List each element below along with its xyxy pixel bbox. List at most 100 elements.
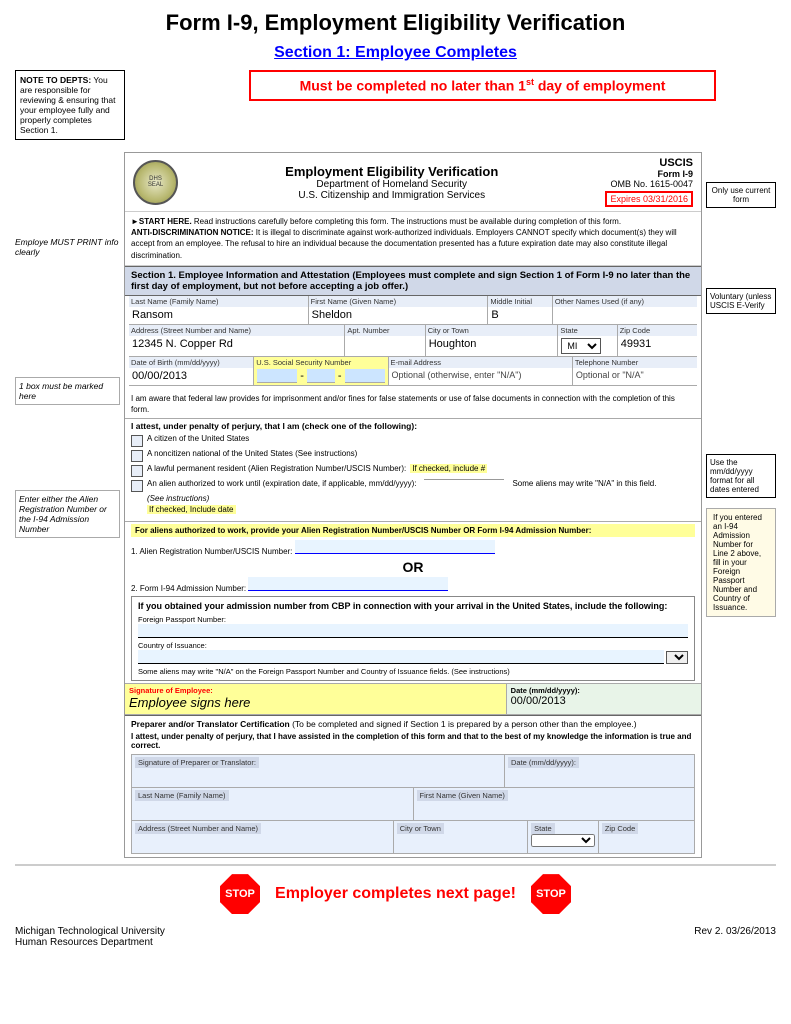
ssn-part2[interactable] <box>307 369 335 383</box>
start-here-bold: ►START HERE. <box>131 217 192 226</box>
ssn-part3[interactable] <box>345 369 385 383</box>
uscis-header: DHSSEAL Employment Eligibility Verificat… <box>125 153 701 212</box>
last-name-cell: Last Name (Family Name) Ransom <box>129 296 309 324</box>
preparer-state-cell: State <box>528 821 599 853</box>
preparer-sig-cell: Signature of Preparer or Translator: <box>132 755 505 787</box>
date-value: 00/00/2013 <box>511 695 697 707</box>
last-name-value: Ransom <box>132 308 305 322</box>
checkbox-resident-box[interactable] <box>131 465 143 477</box>
preparer-address-row: Address (Street Number and Name) City or… <box>131 821 695 854</box>
checkbox-resident: A lawful permanent resident (Alien Regis… <box>131 464 695 477</box>
dob-cell: Date of Birth (mm/dd/yyyy) 00/00/2013 <box>129 357 254 385</box>
sig-employee-cell: Signature of Employee: Employee signs he… <box>125 684 507 714</box>
preparer-city-label: City or Town <box>397 823 444 834</box>
preparer-city-input[interactable] <box>397 834 524 852</box>
dhs-seal: DHSSEAL <box>133 160 178 205</box>
preparer-zip-input[interactable] <box>602 834 691 852</box>
section1-title-bar: Section 1. Employee Information and Atte… <box>125 266 701 296</box>
checkbox-noncitizen-label: A noncitizen national of the United Stat… <box>147 449 357 458</box>
anti-disc-label: ANTI-DISCRIMINATION NOTICE: <box>131 228 254 237</box>
address-cell: Address (Street Number and Name) 12345 N… <box>129 325 345 356</box>
preparer-sig-input[interactable] <box>135 768 501 786</box>
country-label: Country of Issuance: <box>138 641 688 650</box>
city-value: Houghton <box>429 337 555 351</box>
name-row: Last Name (Family Name) Ransom First Nam… <box>129 296 697 325</box>
country-select[interactable] <box>666 651 688 664</box>
only-use-note: Only use current form <box>706 182 776 208</box>
i94-intro: If you obtained your admission number fr… <box>138 601 688 611</box>
sig-employee-label: Signature of Employee: <box>129 686 502 695</box>
checkbox-citizen: A citizen of the United States <box>131 434 695 447</box>
form-number: Form I-9 <box>605 169 693 179</box>
state-select[interactable]: MI <box>561 338 601 354</box>
city-label: City or Town <box>426 325 558 336</box>
ssn-part1[interactable] <box>257 369 297 383</box>
preparer-sig-label: Signature of Preparer or Translator: <box>135 757 259 768</box>
checkbox-citizen-box[interactable] <box>131 435 143 447</box>
email-cell: E-mail Address Optional (otherwise, ente… <box>389 357 573 385</box>
start-here-text: Read instructions carefully before compl… <box>194 217 621 226</box>
email-placeholder: Optional (otherwise, enter "N/A") <box>392 369 569 381</box>
preparer-zip-cell: Zip Code <box>599 821 694 853</box>
passport-row: Foreign Passport Number: <box>138 615 688 638</box>
i94-note-box: If you entered an I-94 Admission Number … <box>706 508 776 617</box>
preparer-title: Preparer and/or Translator Certification… <box>131 719 695 729</box>
preparer-state-select[interactable] <box>531 834 595 847</box>
preparer-address-input[interactable] <box>135 834 390 852</box>
employer-text: Employer completes next page! <box>275 885 516 903</box>
state-cell: State MI <box>558 325 617 356</box>
preparer-city-cell: City or Town <box>394 821 528 853</box>
stop-sign-left: STOP <box>220 874 260 914</box>
dhs-name: Department of Homeland Security <box>178 179 605 190</box>
last-name-label: Last Name (Family Name) <box>129 296 308 307</box>
sig-employee-value: Employee signs here <box>129 695 502 710</box>
state-label: State <box>558 325 616 336</box>
email-label: E-mail Address <box>389 357 572 368</box>
note-to-depts: NOTE TO DEPTS: You are responsible for r… <box>15 70 125 140</box>
alien-reg-input[interactable] <box>295 540 495 554</box>
if-checked-include: If checked, include # <box>410 464 487 473</box>
expires-box: Expires 03/31/2016 <box>605 191 693 207</box>
apt-value <box>348 337 421 339</box>
checkbox-alien-box[interactable] <box>131 480 143 492</box>
preparer-first-label: First Name (Given Name) <box>417 790 508 801</box>
footer-left: Michigan Technological University Human … <box>15 926 165 948</box>
omb-number: OMB No. 1615-0047 <box>605 179 693 189</box>
preparer-date-label: Date (mm/dd/yyyy): <box>508 757 579 768</box>
preparer-fields: Signature of Preparer or Translator: Dat… <box>131 754 695 854</box>
ssn-label: U.S. Social Security Number <box>254 357 387 368</box>
first-name-value: Sheldon <box>312 308 485 322</box>
enter-alien-note: Enter either the Alien Registration Numb… <box>15 490 120 538</box>
checkbox-noncitizen-box[interactable] <box>131 450 143 462</box>
i94-admission-input[interactable] <box>248 577 448 591</box>
dob-value: 00/00/2013 <box>132 369 250 383</box>
preparer-address-cell: Address (Street Number and Name) <box>132 821 394 853</box>
preparer-state-input[interactable] <box>531 834 595 852</box>
preparer-date-input[interactable] <box>508 768 691 786</box>
other-names-value <box>556 308 694 310</box>
footer-right: Rev 2. 03/26/2013 <box>694 926 776 948</box>
use-format-note: Use the mm/dd/yyyy format for all dates … <box>706 454 776 498</box>
preparer-first-cell: First Name (Given Name) <box>414 788 695 820</box>
sig-date-cell: Date (mm/dd/yyyy): 00/00/2013 <box>507 684 701 714</box>
preparer-name-row: Last Name (Family Name) First Name (Give… <box>131 788 695 821</box>
one-box-note: 1 box must be marked here <box>15 377 120 405</box>
uscis-full: U.S. Citizenship and Immigration Service… <box>178 190 605 201</box>
ssn-row: - - <box>257 369 384 383</box>
passport-input[interactable] <box>138 624 688 638</box>
start-here-section: ►START HERE. Read instructions carefully… <box>125 212 701 266</box>
checkbox-alien: An alien authorized to work until (expir… <box>131 479 695 492</box>
attestation-text: I am aware that federal law provides for… <box>125 390 701 419</box>
phone-label: Telephone Number <box>573 357 697 368</box>
country-input[interactable] <box>138 650 664 664</box>
footer: Michigan Technological University Human … <box>15 926 776 948</box>
checkbox-citizen-label: A citizen of the United States <box>147 434 249 443</box>
ssn-cell: U.S. Social Security Number - - <box>254 357 388 385</box>
preparer-first-input[interactable] <box>417 801 692 819</box>
preparer-last-input[interactable] <box>135 801 410 819</box>
voluntary-note: Voluntary (unless USCIS E-Verify <box>706 288 776 314</box>
date-label: Date (mm/dd/yyyy): <box>511 686 697 695</box>
section1-title: Section 1. Employee Information and Atte… <box>131 270 350 281</box>
zip-label: Zip Code <box>618 325 697 336</box>
passport-label: Foreign Passport Number: <box>138 615 688 624</box>
